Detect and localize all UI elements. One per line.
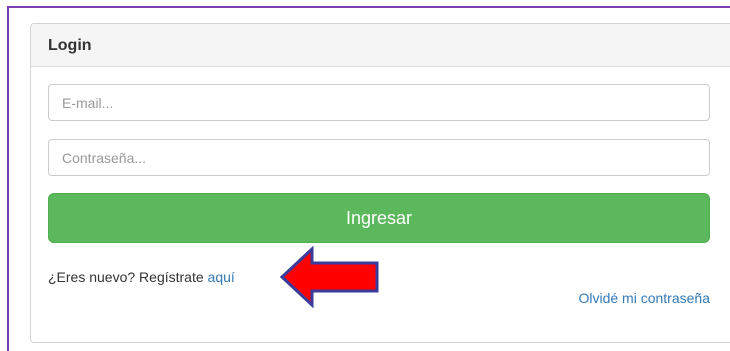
- panel-heading: Login: [31, 24, 730, 67]
- red-arrow-left-icon: [279, 246, 379, 308]
- forgot-password-link[interactable]: Olvidé mi contraseña: [578, 290, 710, 306]
- email-field[interactable]: [48, 84, 710, 121]
- password-field[interactable]: [48, 139, 710, 176]
- login-button[interactable]: Ingresar: [48, 193, 710, 243]
- register-text: ¿Eres nuevo? Regístrate: [48, 269, 208, 285]
- register-link[interactable]: aquí: [208, 269, 235, 285]
- register-prompt: ¿Eres nuevo? Regístrate aquí: [48, 269, 235, 285]
- panel-title: Login: [48, 37, 92, 54]
